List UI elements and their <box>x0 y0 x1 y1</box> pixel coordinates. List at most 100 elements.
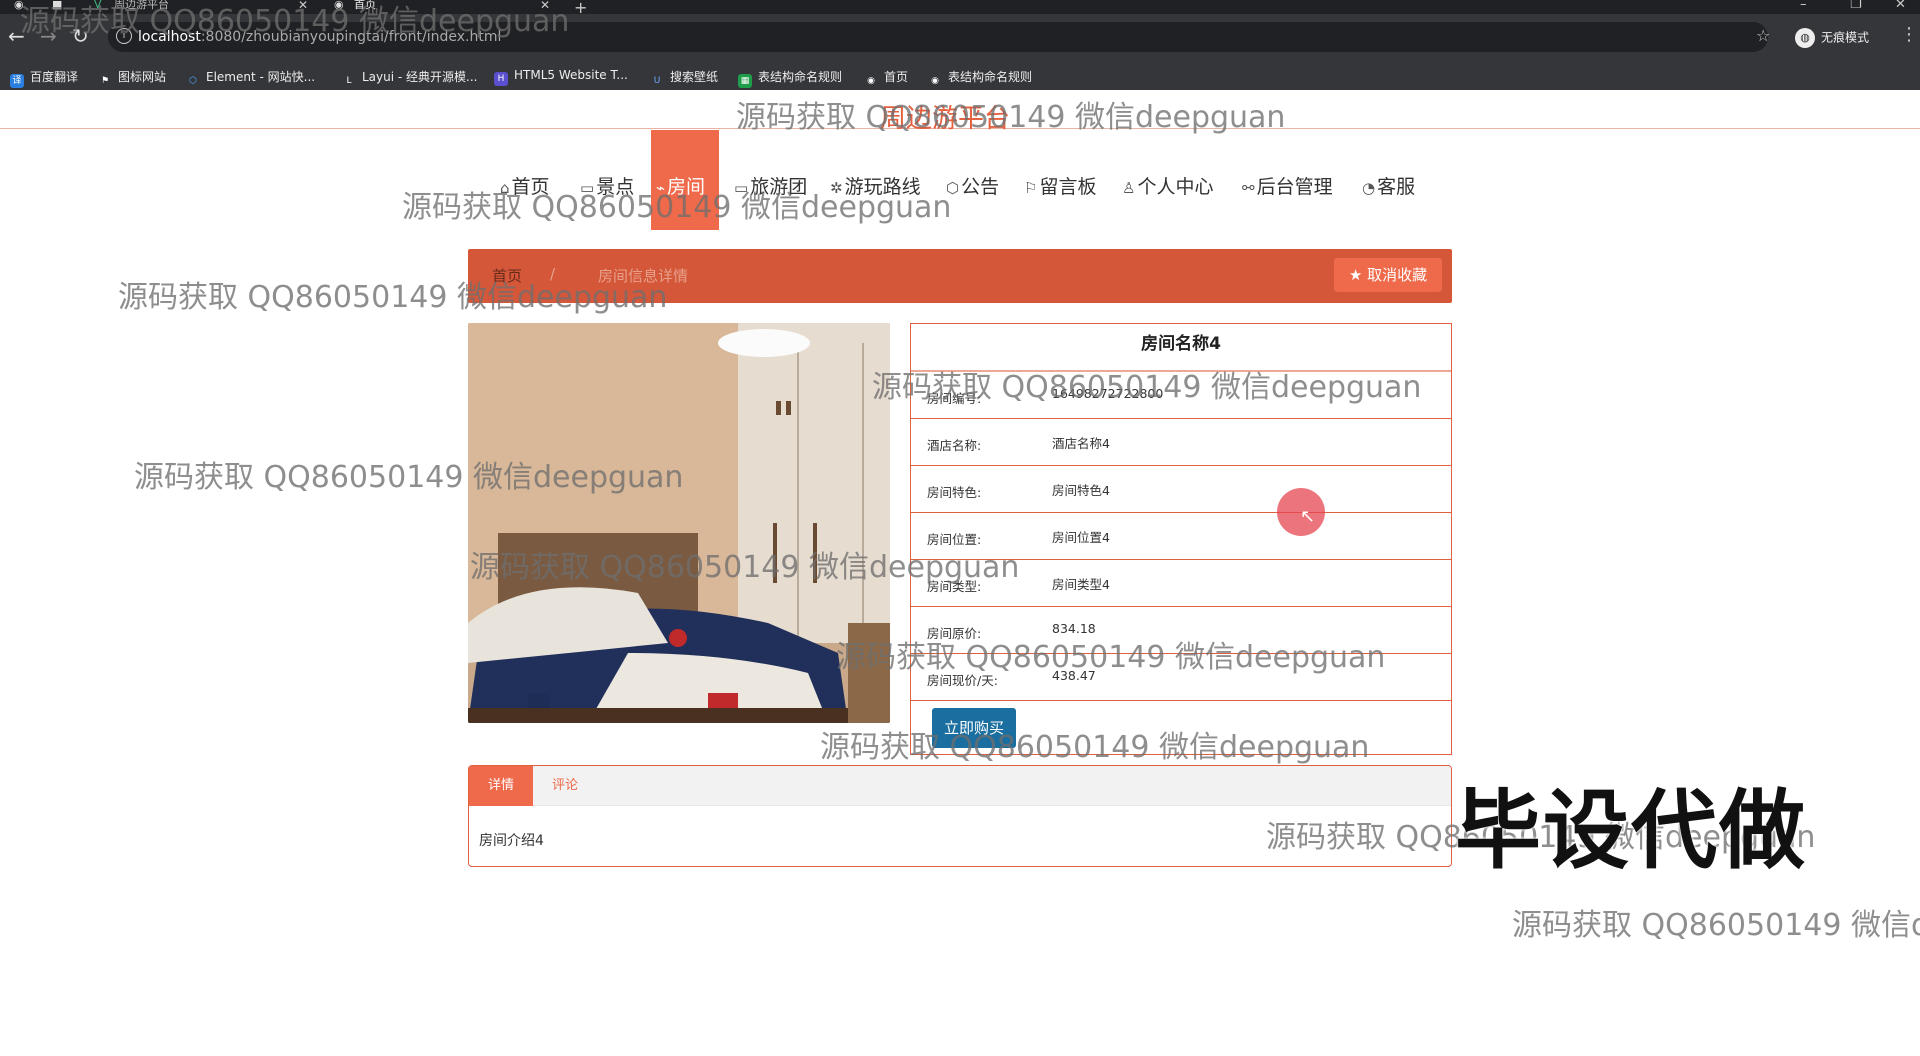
link-icon: ⚯ <box>1242 179 1255 197</box>
site-info-icon[interactable]: i <box>116 28 132 44</box>
nav-item-support[interactable]: ◔ 客服 <box>1362 172 1415 199</box>
bookmark-item[interactable]: H HTML5 Website T... <box>494 68 628 86</box>
info-row-original-price: 房间原价: 834.18 <box>911 607 1451 654</box>
minimize-icon[interactable]: – <box>1800 0 1807 12</box>
globe-icon: ◉ <box>931 76 939 86</box>
bookmark-item[interactable]: 译百度翻译 <box>10 68 78 88</box>
nav-label: 景点 <box>596 176 635 198</box>
promo-text: 毕设代做 <box>1455 781 1807 881</box>
bookmark-label: HTML5 Website T... <box>514 68 628 82</box>
url-path: :8080/zhoubianyoupingtai/front/index.htm… <box>200 29 502 45</box>
field-label: 酒店名称: <box>927 438 982 453</box>
bookmark-item[interactable]: ▦ 表结构命名规则 <box>738 68 842 88</box>
field-value: 房间类型4 <box>1052 577 1110 592</box>
close-tab-icon[interactable]: ✕ <box>298 0 308 11</box>
incognito-indicator[interactable]: ◍ 无痕模式 <box>1795 28 1869 48</box>
browser-menu-icon[interactable]: ⋮ <box>1900 24 1918 45</box>
nav-item-route[interactable]: ✲ 游玩路线 <box>830 172 921 199</box>
nav-label: 首页 <box>511 176 550 198</box>
field-value: 834.18 <box>1052 621 1096 636</box>
nav-label: 旅游团 <box>750 176 808 198</box>
flag-icon: ⚐ <box>1024 179 1038 197</box>
nav-label: 个人中心 <box>1137 176 1214 198</box>
unfavorite-label: 取消收藏 <box>1367 266 1428 284</box>
breadcrumb-home[interactable]: 首页 <box>492 265 522 286</box>
bookmark-item[interactable]: ◉ 表结构命名规则 <box>928 68 1032 88</box>
nav-item-home[interactable]: ⌂ 首页 <box>500 172 550 199</box>
nav-item-notice[interactable]: ⬡ 公告 <box>946 172 999 199</box>
field-value: 16498272722800 <box>1052 386 1164 401</box>
bookmarks-bar: 译百度翻译 ⚑ 图标网站 ⬡ Element - 网站快... L Layui - 经… <box>0 62 1920 90</box>
reload-icon[interactable]: ↻ <box>72 26 89 46</box>
field-value: 房间特色4 <box>1052 483 1110 498</box>
buy-row: 立即购买 <box>911 708 1451 754</box>
info-row-room-number: 房间编号: 16498272722800 <box>911 372 1451 419</box>
nav-item-personal-center[interactable]: ♙ 个人中心 <box>1122 172 1213 199</box>
close-window-icon[interactable]: ✕ <box>1895 0 1906 12</box>
mouse-cursor-icon: ↖ <box>1300 506 1316 527</box>
field-label: 房间位置: <box>927 532 982 547</box>
tab-comment[interactable]: 评论 <box>533 766 597 806</box>
tab-detail[interactable]: 详情 <box>469 766 533 806</box>
room-name: 房间名称4 <box>911 324 1451 372</box>
restore-icon[interactable]: ❐ <box>1850 0 1862 12</box>
field-label: 房间类型: <box>927 579 982 594</box>
globe-icon: ◉ <box>334 0 344 11</box>
user-icon: ♙ <box>1122 179 1136 197</box>
field-value: 房间位置4 <box>1052 530 1110 545</box>
flag-icon: ⚑ <box>100 76 110 86</box>
info-row-room-type: 房间类型: 房间类型4 <box>911 560 1451 607</box>
group-icon: ▭ <box>734 179 749 197</box>
breadcrumb: 首页 / 房间信息详情 ★ 取消收藏 <box>468 249 1452 303</box>
bookmark-label: Layui - 经典开源模... <box>362 70 478 84</box>
wallpaper-icon: U <box>653 76 661 86</box>
nav-item-room[interactable]: ⌁ 房间 <box>656 172 705 199</box>
bookmark-item[interactable]: ◉ 首页 <box>864 68 908 88</box>
bookmark-item[interactable]: L Layui - 经典开源模... <box>342 68 477 88</box>
unfavorite-button[interactable]: ★ 取消收藏 <box>1334 258 1442 292</box>
nav-item-message-board[interactable]: ⚐ 留言板 <box>1024 172 1096 199</box>
html5-icon: H <box>494 72 508 86</box>
web-page: 周边游平台 ⌂ 首页 ▭ 景点 ⌁ 房间 ▭ 旅游团 ✲ 游玩路线 ⬡ 公告 ⚐ 留言板 ♙ 个… <box>0 90 1920 1056</box>
field-value: 438.47 <box>1052 668 1096 683</box>
bookmark-item[interactable]: ⬡ Element - 网站快... <box>186 68 315 88</box>
nav-item-tour-group[interactable]: ▭ 旅游团 <box>734 172 807 199</box>
incognito-icon: ◍ <box>1795 28 1815 48</box>
bookmark-label: 首页 <box>884 70 909 84</box>
url-field[interactable]: i localhost:8080/zhoubianyoupingtai/fron… <box>108 22 1768 52</box>
breadcrumb-separator: / <box>550 265 556 283</box>
nav-label: 游玩路线 <box>844 176 921 198</box>
bookmark-item[interactable]: U 搜索壁纸 <box>650 68 718 88</box>
field-label: 房间特色: <box>927 485 982 500</box>
vue-icon: V <box>94 0 102 11</box>
info-row-room-location: 房间位置: 房间位置4 <box>911 513 1451 560</box>
close-tab-icon[interactable]: ✕ <box>540 0 550 11</box>
bookmark-star-icon[interactable]: ☆ <box>1756 26 1770 45</box>
forward-icon[interactable]: → <box>40 26 57 46</box>
address-bar-row: ← → ↻ i localhost:8080/zhoubianyoupingta… <box>0 14 1920 62</box>
route-icon: ✲ <box>830 179 843 197</box>
support-icon: ◔ <box>1362 179 1376 197</box>
bookmark-label: 表结构命名规则 <box>948 70 1033 84</box>
back-icon[interactable]: ← <box>8 26 25 46</box>
browser-tab-1[interactable]: V 周边游平台 ✕ <box>94 0 314 14</box>
bookmark-item[interactable]: ⚑ 图标网站 <box>98 68 166 88</box>
room-info-table: 房间名称4 房间编号: 16498272722800 酒店名称: 酒店名称4 房间特… <box>910 323 1452 755</box>
breadcrumb-current: 房间信息详情 <box>598 267 689 285</box>
info-row-hotel-name: 酒店名称: 酒店名称4 <box>911 419 1451 466</box>
pinned-tab[interactable]: ■ <box>52 0 68 14</box>
buy-now-button[interactable]: 立即购买 <box>932 708 1016 748</box>
nav-item-scenic[interactable]: ▭ 景点 <box>580 172 634 199</box>
nav-item-admin[interactable]: ⚯ 后台管理 <box>1242 172 1333 199</box>
globe-icon: ◉ <box>867 76 875 86</box>
info-row-room-feature: 房间特色: 房间特色4 <box>911 466 1451 513</box>
browser-tab-2[interactable]: ◉ 首页 ✕ <box>334 0 554 14</box>
layui-icon: L <box>346 76 352 86</box>
incognito-label: 无痕模式 <box>1821 30 1870 45</box>
url-host: localhost <box>138 29 201 45</box>
tab-content: 房间介绍4 <box>479 833 544 849</box>
scenic-icon: ▭ <box>580 179 595 197</box>
tag-icon: ⌁ <box>656 179 666 197</box>
browser-tab-bar: ◉ ■ V 周边游平台 ✕ ◉ 首页 ✕ + – ❐ ✕ <box>0 0 1920 17</box>
field-value: 酒店名称4 <box>1052 436 1110 451</box>
